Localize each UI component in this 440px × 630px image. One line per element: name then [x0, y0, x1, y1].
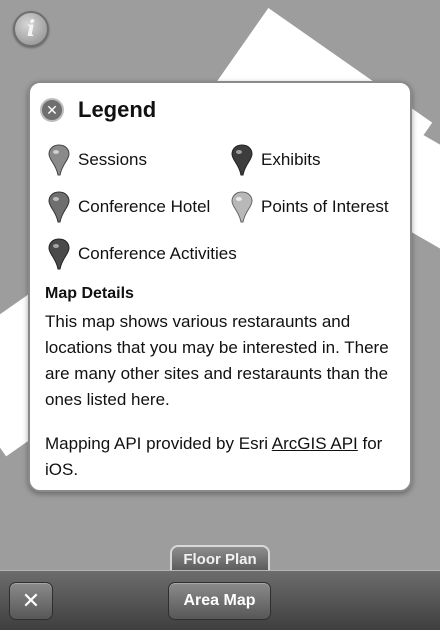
legend-label: Points of Interest	[261, 197, 389, 216]
map-pin-icon	[231, 191, 253, 223]
legend-header: ✕ Legend	[40, 95, 156, 125]
legend-item-conference-hotel: Conference Hotel	[46, 190, 210, 224]
map-pin-icon	[231, 144, 253, 176]
area-map-button[interactable]: Area Map	[168, 582, 271, 620]
legend-item-sessions: Sessions	[46, 143, 147, 177]
map-pin-icon	[48, 144, 70, 176]
legend-label: Sessions	[78, 150, 147, 169]
map-details-credit: Mapping API provided by Esri ArcGIS API …	[45, 431, 395, 483]
map-pin-icon	[48, 238, 70, 270]
info-icon[interactable]: i	[13, 11, 49, 47]
legend-panel: ✕ Legend Sessions Exhibits Conference Ho…	[28, 81, 412, 492]
legend-item-conference-activities: Conference Activities	[46, 237, 237, 271]
map-pin-icon	[48, 191, 70, 223]
legend-label: Conference Activities	[78, 244, 237, 263]
legend-item-points-of-interest: Points of Interest	[229, 190, 389, 224]
map-details-body: This map shows various restaraunts and l…	[45, 312, 389, 409]
legend-label: Conference Hotel	[78, 197, 211, 216]
bottom-toolbar: ✕ Area Map	[0, 570, 440, 630]
legend-title: Legend	[78, 97, 157, 122]
map-details-title: Map Details	[45, 285, 134, 302]
close-circle-icon[interactable]: ✕	[40, 98, 64, 122]
tab-floor-plan[interactable]: Floor Plan	[170, 545, 270, 571]
map-details: Map Details This map shows various resta…	[45, 283, 395, 483]
legend-item-exhibits: Exhibits	[229, 143, 321, 177]
legend-label: Exhibits	[261, 150, 321, 169]
arcgis-api-link[interactable]: ArcGIS API	[272, 434, 358, 453]
close-button[interactable]: ✕	[9, 582, 53, 620]
credit-prefix: Mapping API provided by Esri	[45, 434, 272, 453]
